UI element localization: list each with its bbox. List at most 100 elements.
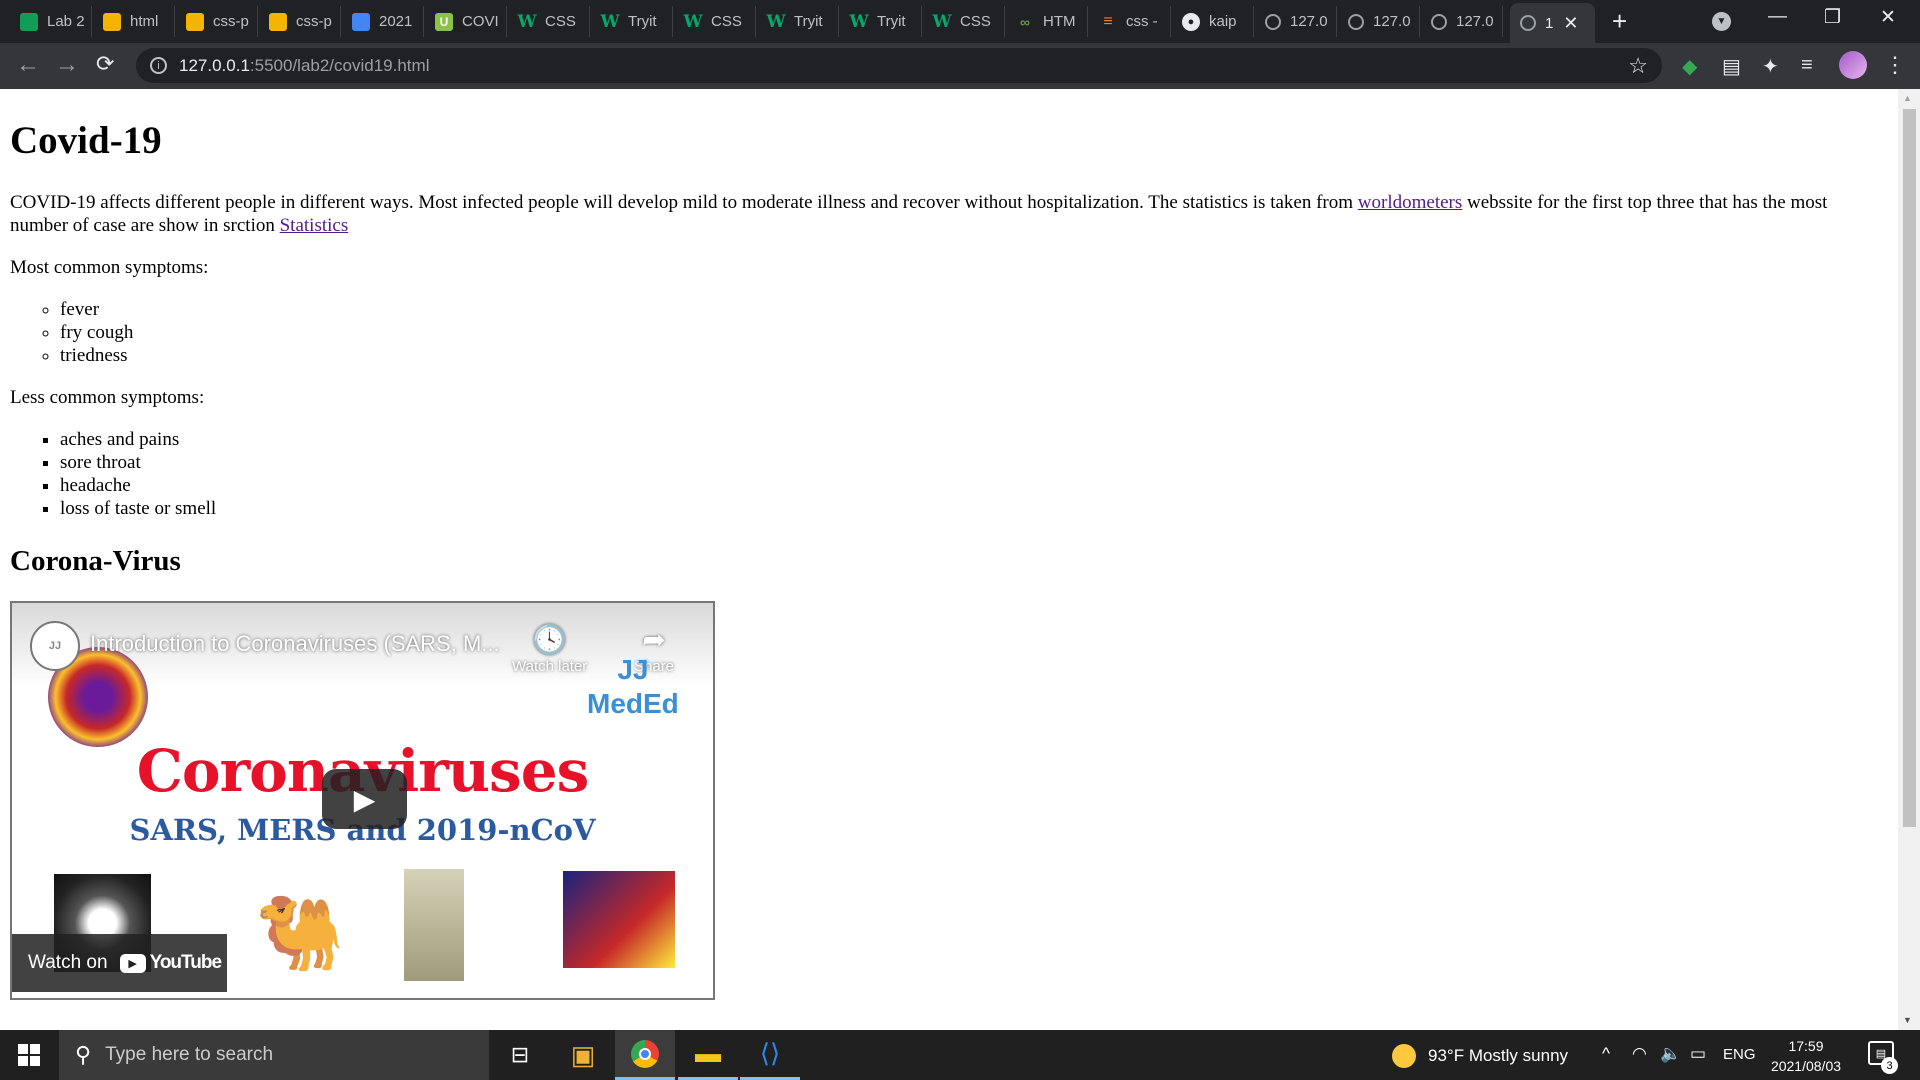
page-scrollbar[interactable]: ▲ ▼	[1898, 89, 1920, 1030]
wifi-icon[interactable]: ◠	[1632, 1044, 1647, 1064]
clock-icon: 🕓	[532, 624, 568, 655]
stackoverflow-icon: ≡	[1103, 12, 1113, 30]
browser-tab-bar: Lab 2 html css-p css-p 2021 U COVI W CSS W Tryit W C…	[0, 0, 1920, 43]
tab-title: 127.0	[1373, 13, 1411, 30]
battery-icon[interactable]: ▭	[1690, 1044, 1706, 1064]
tab[interactable]: W Tryit	[591, 6, 673, 37]
file-explorer-icon[interactable]: ▬	[678, 1030, 738, 1080]
sun-icon	[1392, 1044, 1416, 1068]
statistics-link[interactable]: Statistics	[280, 215, 349, 236]
new-tab-button[interactable]: +	[1612, 6, 1627, 37]
tab[interactable]: W Tryit	[840, 6, 922, 37]
task-view-icon[interactable]: ⊟	[490, 1030, 550, 1080]
maximize-button[interactable]: ❐	[1824, 6, 1841, 29]
tab[interactable]: ● kaip	[1172, 6, 1254, 37]
biohazard-image	[563, 871, 675, 968]
tab-search-button[interactable]: ▼	[1712, 12, 1731, 31]
channel-logo[interactable]: JJ	[30, 621, 80, 671]
share-icon: ➦	[642, 624, 666, 655]
tab-title: html	[130, 13, 159, 30]
reading-list-icon[interactable]: ≡	[1801, 54, 1813, 77]
document-extension-icon[interactable]: ▤	[1722, 54, 1741, 79]
list-item: headache	[60, 474, 1888, 497]
bat-image	[404, 869, 464, 981]
address-bar[interactable]: i 127.0.0.1:5500/lab2/covid19.html ☆	[136, 48, 1662, 83]
brand-line-2: MedEd	[587, 688, 679, 719]
volume-icon[interactable]: 🔈	[1660, 1044, 1681, 1064]
tab[interactable]: html	[93, 6, 175, 37]
minimize-button[interactable]: —	[1768, 6, 1787, 28]
tab-title: css -	[1126, 13, 1158, 30]
tab-title: Tryit	[877, 13, 906, 30]
windows-start-icon[interactable]	[18, 1044, 41, 1067]
tab[interactable]: W CSS	[674, 6, 756, 37]
taskbar-search-input[interactable]: ⚲ Type here to search	[59, 1030, 489, 1080]
profile-avatar[interactable]	[1839, 51, 1867, 79]
scroll-down-arrow-icon[interactable]: ▼	[1903, 1015, 1912, 1025]
back-button[interactable]: ←	[16, 51, 40, 79]
tab-title: 1	[1545, 14, 1554, 32]
camel-icon: 🐫	[255, 894, 345, 974]
tab[interactable]: 1 ✕	[1510, 3, 1595, 43]
bookmark-star-icon[interactable]: ☆	[1628, 53, 1648, 79]
upwork-icon: U	[435, 12, 453, 31]
play-button[interactable]: ▶	[322, 769, 407, 829]
tab[interactable]: ∞ HTM	[1006, 6, 1088, 37]
tab-title: CSS	[960, 13, 991, 30]
site-info-icon[interactable]: i	[150, 57, 167, 74]
tab[interactable]: 127.0	[1255, 6, 1337, 37]
clock-time: 17:59	[1788, 1038, 1824, 1054]
video-title[interactable]: Introduction to Coronaviruses (SARS, M..…	[90, 631, 500, 657]
w3schools-icon: W	[932, 11, 952, 32]
worldometers-link[interactable]: worldometers	[1358, 192, 1462, 213]
less-common-symptoms-list: aches and pains sore throat headache los…	[10, 428, 1888, 520]
taskbar-clock[interactable]: 17:59 2021/08/03	[1766, 1036, 1846, 1076]
search-icon: ⚲	[75, 1042, 92, 1067]
tab[interactable]: 127.0	[1338, 6, 1420, 37]
tab[interactable]: U COVI	[425, 6, 507, 37]
page-content: Covid-19 COVID-19 affects different peop…	[0, 89, 1898, 1030]
watch-later-button[interactable]: 🕓 Watch later	[512, 623, 587, 675]
tab[interactable]: W Tryit	[757, 6, 839, 37]
tab-title: 127.0	[1290, 13, 1328, 30]
puzzle-extensions-icon[interactable]: ✦	[1762, 54, 1779, 79]
scroll-thumb[interactable]	[1903, 109, 1916, 827]
tab[interactable]: ≡ css -	[1089, 6, 1171, 37]
globe-icon	[1520, 15, 1536, 31]
tab[interactable]: css-p	[259, 6, 341, 37]
store-icon[interactable]: ▣	[553, 1030, 613, 1080]
tab[interactable]: 127.0	[1421, 6, 1503, 37]
url-path: :5500/lab2/covid19.html	[249, 55, 430, 75]
tab[interactable]: Lab 2	[10, 6, 92, 37]
tab-title: COVI	[462, 13, 499, 30]
less-common-symptoms-label: Less common symptoms:	[10, 387, 205, 408]
tab-title: Tryit	[794, 13, 823, 30]
tab[interactable]: W CSS	[508, 6, 590, 37]
tab[interactable]: W CSS	[923, 6, 1005, 37]
window-close-button[interactable]: ✕	[1880, 6, 1896, 29]
tray-overflow-icon[interactable]: ^	[1602, 1044, 1610, 1064]
browser-menu-icon[interactable]: ⋮	[1884, 52, 1906, 78]
language-indicator[interactable]: ENG	[1723, 1046, 1756, 1063]
tab-title: Tryit	[628, 13, 657, 30]
weather-text: 93°F Mostly sunny	[1428, 1046, 1569, 1065]
list-item: triedness	[60, 344, 1888, 367]
tab-close-icon[interactable]: ✕	[1563, 13, 1578, 34]
watch-on-youtube-button[interactable]: Watch on ▶ YouTube	[12, 934, 227, 992]
chrome-taskbar-icon[interactable]	[615, 1030, 675, 1080]
globe-icon	[1431, 13, 1447, 30]
forward-button[interactable]: →	[55, 51, 79, 79]
youtube-embed[interactable]: JJ Introduction to Coronaviruses (SARS, …	[10, 601, 715, 1000]
slides-icon	[103, 12, 121, 31]
reload-button[interactable]: ⟳	[96, 51, 114, 77]
vscode-icon[interactable]: ⟨⟩	[740, 1030, 800, 1080]
docs-icon	[352, 12, 370, 31]
brand-line-1: JJ	[617, 654, 649, 685]
tab[interactable]: css-p	[176, 6, 258, 37]
weather-widget[interactable]: 93°F Mostly sunny	[1392, 1044, 1568, 1068]
scroll-up-arrow-icon[interactable]: ▲	[1903, 93, 1912, 103]
tab-title: CSS	[545, 13, 576, 30]
common-symptoms-list: fever fry cough triedness	[10, 298, 1888, 367]
extension-colorful-icon[interactable]: ◆	[1682, 54, 1697, 79]
tab[interactable]: 2021	[342, 6, 424, 37]
